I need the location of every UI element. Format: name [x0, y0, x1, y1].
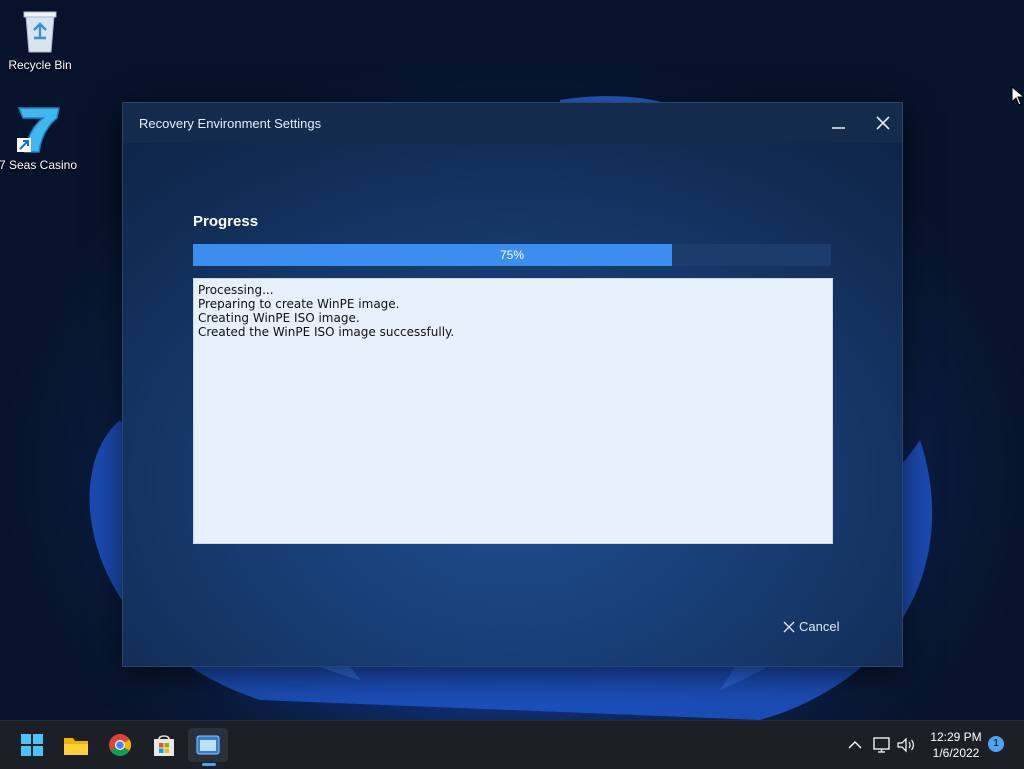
- minimize-button[interactable]: [821, 109, 857, 137]
- recycle-bin-icon: [23, 11, 57, 53]
- desktop-icon-recycle-bin[interactable]: Recycle Bin: [0, 8, 80, 72]
- progress-heading: Progress: [193, 213, 259, 230]
- clock-time: 12:29 PM: [930, 730, 982, 744]
- cancel-label: Cancel: [799, 619, 840, 634]
- desktop-background: Recycle Bin 7 Seas Casino Recovery Envir…: [0, 0, 1024, 720]
- cancel-x-icon: [783, 621, 795, 632]
- close-button[interactable]: [865, 109, 901, 137]
- recovery-environment-window: Recovery Environment Settings Progress 7…: [122, 102, 903, 667]
- notification-badge[interactable]: 1: [988, 736, 1004, 752]
- mouse-cursor-icon: [1011, 86, 1024, 106]
- log-line: Preparing to create WinPE image.: [198, 297, 400, 311]
- progress-percent-label: 75%: [499, 248, 525, 262]
- taskbar-file-explorer[interactable]: [56, 728, 96, 762]
- start-button[interactable]: [12, 728, 52, 762]
- start-icon: [21, 734, 43, 756]
- taskbar: 12:29 PM 1/6/2022: [0, 720, 1024, 769]
- progress-bar: 75%: [193, 244, 831, 266]
- network-icon[interactable]: [872, 735, 892, 755]
- chrome-icon: [109, 734, 131, 756]
- taskbar-chrome[interactable]: [100, 728, 140, 762]
- window-title: Recovery Environment Settings: [139, 116, 322, 131]
- file-explorer-icon: [64, 738, 88, 755]
- log-output-box[interactable]: Processing... Preparing to create WinPE …: [193, 278, 833, 544]
- seven-seas-casino-icon: [17, 107, 60, 153]
- taskbar-store[interactable]: [144, 728, 184, 762]
- log-line: Creating WinPE ISO image.: [198, 311, 360, 325]
- recovery-app-icon: [196, 735, 220, 755]
- clock-date: 1/6/2022: [932, 746, 980, 760]
- log-line: Created the WinPE ISO image successfully…: [198, 325, 455, 339]
- store-icon: [154, 735, 174, 756]
- taskbar-recovery-app[interactable]: [188, 728, 228, 762]
- close-icon: [876, 116, 890, 130]
- active-app-indicator: [202, 763, 216, 766]
- desktop-icon-label: 7 Seas Casino: [0, 158, 78, 172]
- minimize-icon: [832, 127, 845, 129]
- desktop-icon-label: Recycle Bin: [8, 58, 72, 72]
- cancel-button[interactable]: Cancel: [783, 619, 839, 634]
- chevron-up-icon[interactable]: [845, 735, 865, 755]
- taskbar-clock[interactable]: 12:29 PM 1/6/2022: [922, 729, 990, 761]
- window-titlebar[interactable]: Recovery Environment Settings: [123, 103, 902, 143]
- log-line: Processing...: [198, 283, 274, 297]
- volume-icon[interactable]: [896, 735, 916, 755]
- desktop-icon-7-seas-casino[interactable]: 7 Seas Casino: [0, 104, 78, 172]
